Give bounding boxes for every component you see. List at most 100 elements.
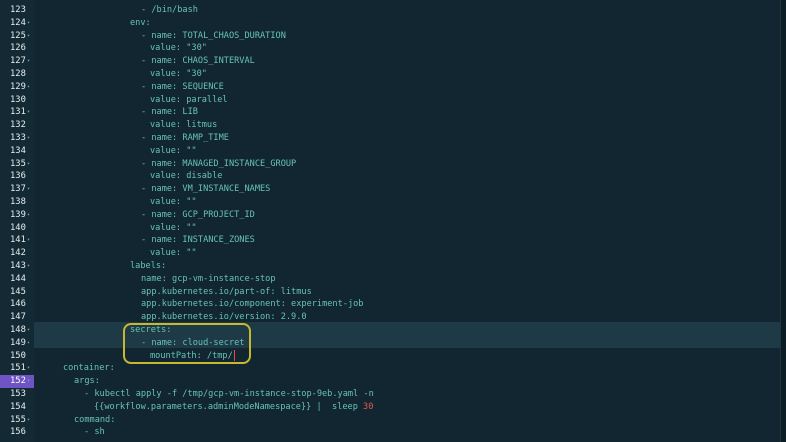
code-line[interactable]: 131 ▾ - name: LIB: [0, 106, 780, 119]
code-line[interactable]: 139 ▾ - name: GCP_PROJECT_ID: [0, 209, 780, 222]
code-line[interactable]: 125 ▾ - name: TOTAL_CHAOS_DURATION: [0, 30, 780, 43]
code-text[interactable]: value: "30": [150, 68, 207, 81]
code-text-content: - name: CHAOS_INTERVAL: [141, 56, 255, 67]
code-line[interactable]: 144 name: gcp-vm-instance-stop: [0, 273, 780, 286]
numeric-literal: 30: [363, 401, 374, 412]
code-text[interactable]: args:: [74, 375, 100, 388]
line-number: 138: [10, 197, 26, 207]
fold-arrow-icon[interactable]: ▾: [27, 414, 30, 427]
fold-arrow-icon[interactable]: ▾: [27, 362, 30, 375]
fold-arrow-icon[interactable]: ▾: [27, 106, 30, 119]
code-line[interactable]: 135 ▾ - name: MANAGED_INSTANCE_GROUP: [0, 158, 780, 171]
code-line[interactable]: 145 app.kubernetes.io/part-of: litmus: [0, 286, 780, 299]
fold-arrow-icon[interactable]: ▾: [27, 55, 30, 68]
code-line[interactable]: 155 ▾ command:: [0, 414, 780, 427]
code-text-content: value: "30": [150, 43, 207, 54]
code-text-content: - name: GCP_PROJECT_ID: [141, 209, 255, 220]
code-text[interactable]: - name: LIB: [141, 106, 198, 119]
code-text-content: - kubectl apply -f /tmp/gcp-vm-instance-…: [84, 389, 374, 399]
code-text[interactable]: - name: TOTAL_CHAOS_DURATION: [141, 30, 286, 43]
code-text[interactable]: - kubectl apply -f /tmp/gcp-vm-instance-…: [84, 388, 374, 401]
code-line[interactable]: 149 ▾ - name: cloud-secret: [0, 337, 780, 350]
code-text[interactable]: env:: [130, 17, 151, 30]
code-text-content: app.kubernetes.io/component: experiment-…: [141, 299, 364, 310]
code-line[interactable]: 138 value: "": [0, 196, 780, 209]
code-line[interactable]: 127 ▾ - name: CHAOS_INTERVAL: [0, 55, 780, 68]
code-line[interactable]: 146 app.kubernetes.io/component: experime…: [0, 298, 780, 311]
line-number: 146: [10, 299, 26, 310]
code-line[interactable]: 147 app.kubernetes.io/version: 2.9.0: [0, 311, 780, 324]
fold-arrow-icon[interactable]: ▾: [27, 209, 30, 222]
fold-arrow-icon[interactable]: ▾: [27, 132, 30, 145]
code-text[interactable]: value: disable: [150, 170, 222, 183]
code-text[interactable]: - name: RAMP_TIME: [141, 132, 229, 145]
code-line[interactable]: 123 - /bin/bash: [0, 4, 780, 17]
line-number: 134: [10, 145, 26, 156]
fold-arrow-icon[interactable]: ▾: [27, 260, 30, 273]
code-text[interactable]: value: parallel: [150, 94, 228, 107]
code-text[interactable]: app.kubernetes.io/component: experiment-…: [141, 298, 363, 311]
code-text[interactable]: - name: GCP_PROJECT_ID: [141, 209, 255, 222]
fold-arrow-icon[interactable]: ▾: [27, 375, 30, 388]
code-text[interactable]: value: "": [150, 222, 197, 235]
code-line[interactable]: 143 ▾ labels:: [0, 260, 780, 273]
code-line[interactable]: 150 mountPath: /tmp/: [0, 349, 780, 363]
code-line[interactable]: 137 ▾ - name: VM_INSTANCE_NAMES: [0, 183, 780, 196]
code-line[interactable]: 134 value: "": [0, 145, 780, 158]
code-line[interactable]: 126 value: "30": [0, 42, 780, 55]
code-text-content: - name: VM_INSTANCE_NAMES: [141, 184, 271, 195]
code-line[interactable]: 154 {{workflow.parameters.adminModeNamesp…: [0, 401, 780, 414]
code-line[interactable]: 132 value: litmus: [0, 119, 780, 132]
code-line[interactable]: 129 ▾ - name: SEQUENCE: [0, 81, 780, 94]
code-line[interactable]: 141 ▾ - name: INSTANCE_ZONES: [0, 234, 780, 247]
vertical-scrollbar[interactable]: [780, 0, 786, 442]
code-text-content: value: "": [150, 145, 197, 156]
fold-arrow-icon[interactable]: ▾: [27, 234, 30, 247]
code-text[interactable]: container:: [63, 362, 115, 375]
code-text[interactable]: - name: MANAGED_INSTANCE_GROUP: [141, 158, 296, 171]
code-text[interactable]: value: "": [150, 247, 197, 260]
line-number: 126: [10, 43, 26, 54]
code-line[interactable]: 136 value: disable: [0, 170, 780, 183]
code-line[interactable]: 140 value: "": [0, 222, 780, 235]
code-text[interactable]: command:: [74, 414, 115, 427]
fold-arrow-icon[interactable]: ▾: [27, 158, 30, 171]
code-line[interactable]: 152 ▾ args:: [0, 375, 780, 388]
code-line[interactable]: 128 value: "30": [0, 68, 780, 81]
fold-arrow-icon[interactable]: ▾: [27, 324, 30, 337]
code-text[interactable]: value: litmus: [150, 119, 217, 132]
code-text-content: - sh: [84, 427, 105, 438]
code-text-content: command:: [74, 414, 116, 425]
code-line[interactable]: 133 ▾ - name: RAMP_TIME: [0, 132, 780, 145]
code-text-content: value: parallel: [150, 94, 228, 105]
code-text[interactable]: name: gcp-vm-instance-stop: [141, 273, 276, 286]
code-text[interactable]: - name: INSTANCE_ZONES: [141, 234, 255, 247]
code-text[interactable]: value: "30": [150, 42, 207, 55]
code-line[interactable]: 148 ▾ secrets:: [0, 324, 780, 337]
code-text[interactable]: - name: SEQUENCE: [141, 81, 224, 94]
code-text[interactable]: - name: VM_INSTANCE_NAMES: [141, 183, 270, 196]
code-line[interactable]: 151 ▾ container:: [0, 362, 780, 375]
code-line[interactable]: 156 - sh: [0, 426, 780, 439]
fold-arrow-icon[interactable]: ▾: [27, 17, 30, 30]
fold-arrow-icon[interactable]: ▾: [27, 183, 30, 196]
code-text[interactable]: {{workflow.parameters.adminModeNamespace…: [94, 401, 373, 414]
fold-arrow-icon[interactable]: ▾: [27, 81, 30, 94]
code-text[interactable]: value: "": [150, 145, 197, 158]
code-text-content: env:: [130, 17, 151, 28]
code-text[interactable]: app.kubernetes.io/part-of: litmus: [141, 286, 312, 299]
code-line[interactable]: 153 - kubectl apply -f /tmp/gcp-vm-instan…: [0, 388, 780, 401]
code-text[interactable]: - /bin/bash: [141, 4, 198, 17]
fold-arrow-icon[interactable]: ▾: [27, 30, 30, 43]
fold-arrow-icon[interactable]: ▾: [27, 337, 30, 350]
code-line[interactable]: 142 value: "": [0, 247, 780, 260]
code-line[interactable]: 124 ▾ env:: [0, 17, 780, 30]
code-text[interactable]: labels:: [130, 260, 166, 273]
code-text-content: - name: RAMP_TIME: [141, 133, 229, 143]
code-text[interactable]: - name: CHAOS_INTERVAL: [141, 55, 255, 68]
line-number: 150: [10, 350, 26, 361]
code-text[interactable]: - sh: [84, 426, 105, 439]
code-line[interactable]: 130 value: parallel: [0, 94, 780, 107]
code-text[interactable]: value: "": [150, 196, 197, 209]
code-editor[interactable]: 123- /bin/bash 124 ▾ env: 125 ▾ - name: TOTAL_…: [0, 0, 786, 442]
